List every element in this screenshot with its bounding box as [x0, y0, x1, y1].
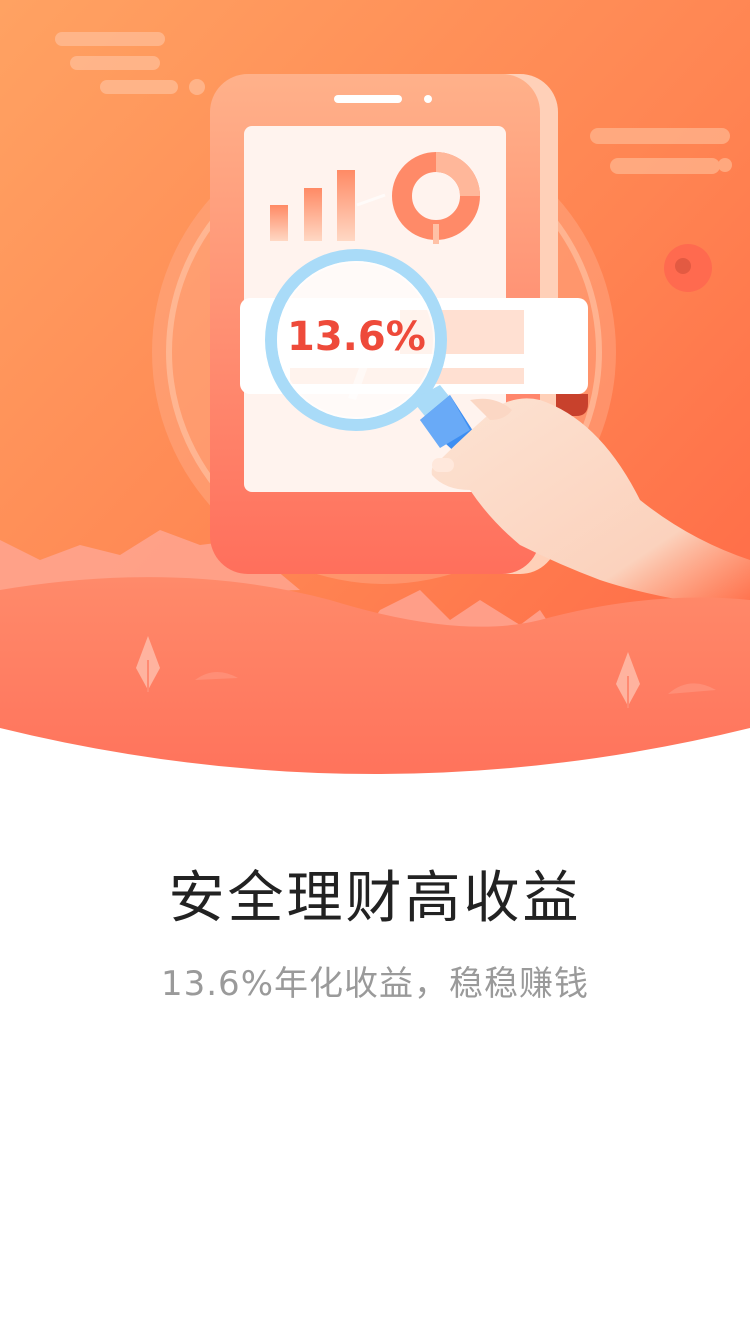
hero-banner: 13.6% — [0, 0, 750, 800]
coin-icon — [664, 244, 712, 292]
page-title: 安全理财高收益 — [168, 866, 582, 931]
page-subtitle: 13.6%年化收益，稳稳赚钱 — [160, 964, 589, 1004]
rate-label: 13.6% — [287, 314, 426, 360]
hero-illustration: 13.6% — [0, 0, 750, 800]
